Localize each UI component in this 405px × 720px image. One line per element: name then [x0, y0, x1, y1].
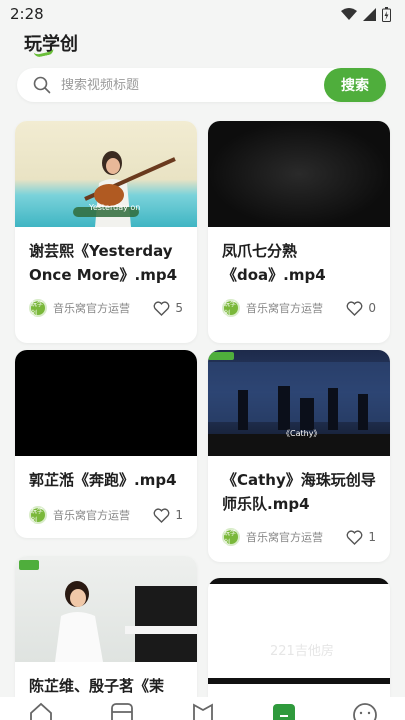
video-card[interactable]: 凤爪七分熟《doa》.mp4 玩学创 音乐窝官方运营 0: [208, 121, 390, 343]
like-count: 1: [175, 508, 183, 522]
author-name[interactable]: 音乐窝官方运营: [246, 300, 346, 316]
video-title[interactable]: 谢芸熙《Yesterday Once More》.mp4: [15, 239, 197, 287]
piano-girl-image: [19, 560, 197, 662]
heart-icon[interactable]: [153, 300, 170, 316]
video-thumbnail[interactable]: [15, 556, 197, 662]
video-card[interactable]: 郭芷湉《奔跑》.mp4 玩学创 音乐窝官方运营 1: [15, 350, 197, 538]
create-icon[interactable]: [271, 702, 297, 720]
video-title[interactable]: 陈芷维、殷子茗《茉: [15, 674, 197, 698]
search-button[interactable]: 搜索: [324, 68, 386, 102]
home-icon[interactable]: [28, 702, 54, 720]
video-thumbnail[interactable]: 《Cathy》: [208, 350, 390, 456]
profile-icon[interactable]: [352, 702, 378, 720]
thumbnail-caption: Yesterday on: [89, 203, 141, 212]
video-meta: 玩学创 音乐窝官方运营 0: [208, 299, 390, 317]
author-avatar[interactable]: 玩学创: [29, 506, 47, 524]
video-card[interactable]: 《Cathy》 《Cathy》海珠玩创导师乐队.mp4 玩学创 音乐窝官方运营 …: [208, 350, 390, 562]
bottom-nav: [0, 697, 405, 720]
band-stage-image: [208, 352, 390, 456]
like-count: 1: [368, 530, 376, 544]
video-thumbnail[interactable]: [15, 350, 197, 456]
signal-icon: [363, 7, 376, 21]
heart-icon[interactable]: [153, 507, 170, 523]
like-button[interactable]: 1: [346, 529, 376, 545]
video-thumbnail[interactable]: [208, 121, 390, 227]
video-title[interactable]: 郭芷湉《奔跑》.mp4: [15, 468, 197, 492]
heart-icon[interactable]: [346, 529, 363, 545]
wifi-icon: [341, 7, 357, 20]
battery-icon: [382, 6, 391, 22]
search-icon: [33, 76, 51, 94]
like-count: 5: [175, 301, 183, 315]
author-avatar[interactable]: 玩学创: [222, 528, 240, 546]
book-icon[interactable]: [190, 702, 216, 720]
author-avatar[interactable]: 玩学创: [222, 299, 240, 317]
like-count: 0: [368, 301, 376, 315]
video-meta: 玩学创 音乐窝官方运营 1: [15, 506, 197, 524]
video-card[interactable]: 陈芷维、殷子茗《茉: [15, 556, 197, 720]
video-meta: 玩学创 音乐窝官方运营 5: [15, 299, 197, 317]
status-time: 2:28: [10, 5, 44, 23]
thumbnail-caption: 221吉他房: [270, 644, 334, 659]
like-button[interactable]: 1: [153, 507, 183, 523]
search-bar: 搜索: [17, 68, 386, 102]
like-button[interactable]: 5: [153, 300, 183, 316]
search-input[interactable]: [61, 77, 291, 93]
like-button[interactable]: 0: [346, 300, 376, 316]
video-card[interactable]: Yesterday on 谢芸熙《Yesterday Once More》.mp…: [15, 121, 197, 343]
video-thumbnail[interactable]: Yesterday on: [15, 121, 197, 227]
heart-icon[interactable]: [346, 300, 363, 316]
author-name[interactable]: 音乐窝官方运营: [53, 507, 153, 523]
video-meta: 玩学创 音乐窝官方运营 1: [208, 528, 390, 546]
media-icon[interactable]: [109, 702, 135, 720]
author-name[interactable]: 音乐窝官方运营: [53, 300, 153, 316]
video-title[interactable]: 《Cathy》海珠玩创导师乐队.mp4: [208, 468, 390, 516]
thumbnail-caption: 《Cathy》: [282, 429, 322, 438]
status-bar: 2:28: [0, 0, 405, 28]
status-icons: [341, 6, 391, 22]
video-thumbnail[interactable]: 221吉他房: [208, 578, 390, 684]
author-name[interactable]: 音乐窝官方运营: [246, 529, 346, 545]
video-title[interactable]: 凤爪七分熟《doa》.mp4: [208, 239, 390, 287]
author-avatar[interactable]: 玩学创: [29, 299, 47, 317]
